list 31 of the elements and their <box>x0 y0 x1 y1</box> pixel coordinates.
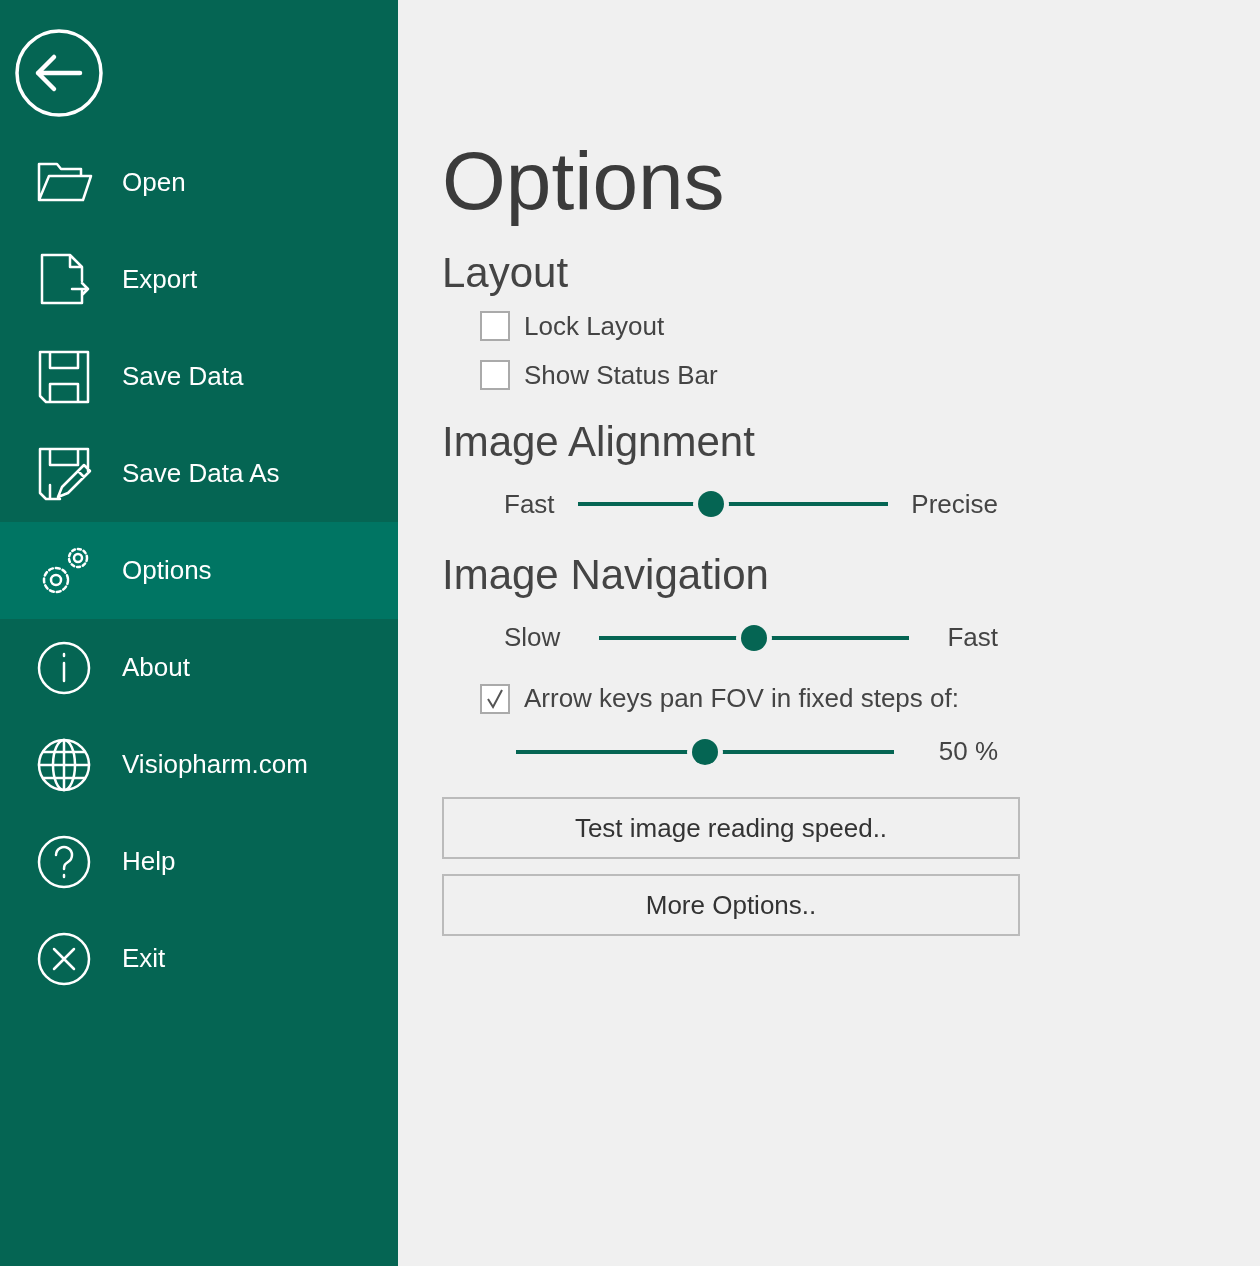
slider[interactable] <box>516 737 894 766</box>
slider-min-label: Slow <box>504 622 561 654</box>
sidebar-item[interactable]: Options <box>0 522 398 619</box>
checkbox[interactable] <box>480 683 510 714</box>
sidebar-item[interactable]: Save Data As <box>0 425 398 522</box>
sidebar-item[interactable]: Help <box>0 813 398 910</box>
checkbox-label: Show Status Bar <box>524 359 718 391</box>
checkbox[interactable] <box>480 311 510 342</box>
sidebar-item[interactable]: Save Data <box>0 328 398 425</box>
slider-max-label: Fast <box>947 622 998 654</box>
sidebar-item[interactable]: Visiopharm.com <box>0 716 398 813</box>
checkbox-label: Lock Layout <box>524 310 665 342</box>
sidebar-item[interactable]: Open <box>0 134 398 231</box>
sidebar-item[interactable]: Exit <box>0 910 398 1007</box>
action-button[interactable]: Test image reading speed.. <box>442 797 1020 860</box>
slider-min-label: Fast <box>504 488 555 520</box>
slider-max-label: Precise <box>911 488 998 520</box>
checkbox[interactable] <box>480 360 510 391</box>
slider[interactable] <box>598 623 909 652</box>
slider[interactable] <box>577 490 888 519</box>
section-heading: Image Alignment <box>442 416 756 467</box>
sidebar-item[interactable]: Export <box>0 231 398 328</box>
slider-value: 50 % <box>938 736 998 768</box>
section-heading: Layout <box>442 248 570 299</box>
page-title: Options <box>442 136 726 227</box>
action-button[interactable]: More Options.. <box>442 874 1020 937</box>
sidebar-item[interactable]: About <box>0 619 398 716</box>
checkmark-icon <box>484 687 506 710</box>
back-button[interactable] <box>14 28 104 118</box>
section-heading: Image Navigation <box>442 549 770 600</box>
checkbox-label: Arrow keys pan FOV in fixed steps of: <box>524 683 959 715</box>
